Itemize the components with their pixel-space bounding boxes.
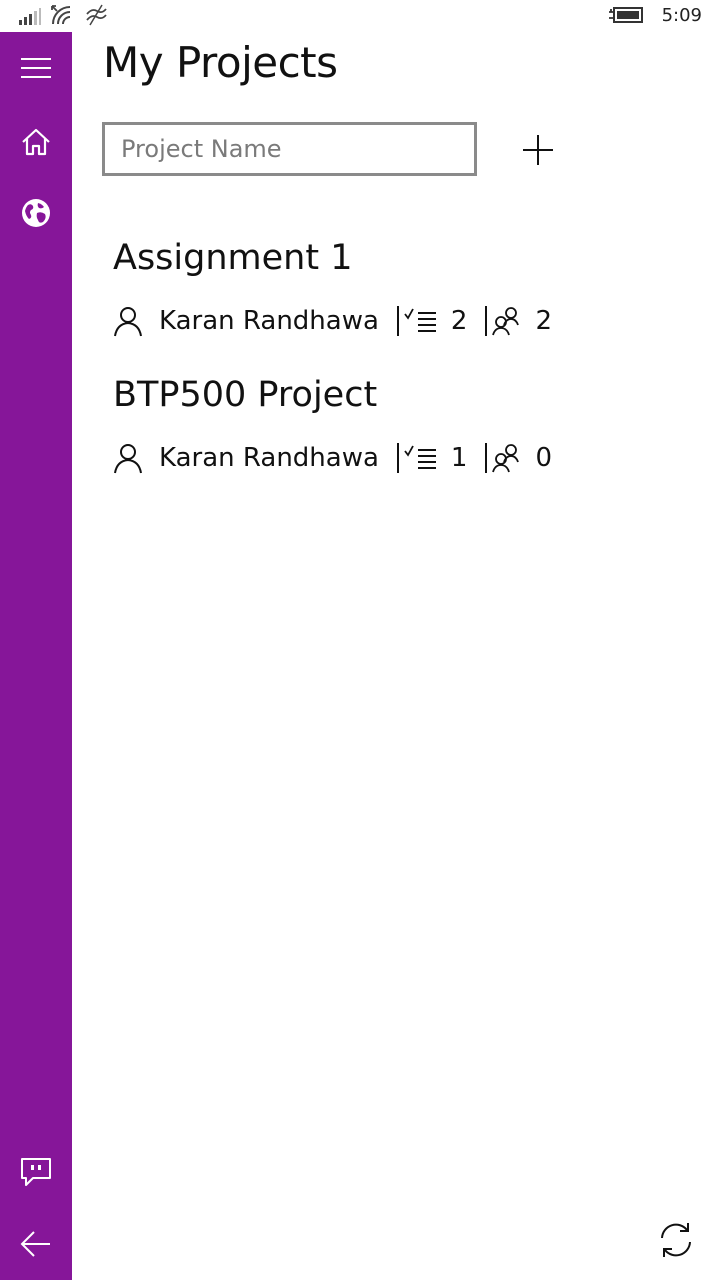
clock: 5:09 — [661, 5, 702, 26]
task-list-icon — [403, 307, 437, 335]
data-saver-icon — [86, 4, 107, 26]
project-title: Assignment 1 — [113, 238, 353, 278]
wifi-icon — [51, 5, 71, 25]
project-owner: Karan Randhawa — [159, 306, 379, 336]
feedback-button[interactable] — [0, 1142, 72, 1202]
task-count: 2 — [450, 306, 468, 336]
project-item[interactable]: Assignment 1 Karan Randhawa 2 2 — [113, 237, 673, 341]
globe-icon — [22, 199, 50, 227]
person-icon — [113, 305, 143, 337]
battery-charging-icon — [609, 7, 643, 23]
project-title: BTP500 Project — [113, 375, 378, 415]
project-item[interactable]: BTP500 Project Karan Randhawa 1 0 — [113, 374, 673, 478]
back-button[interactable] — [0, 1214, 72, 1274]
person-icon — [113, 442, 143, 474]
project-owner: Karan Randhawa — [159, 443, 379, 473]
back-arrow-icon — [20, 1231, 50, 1257]
home-button[interactable] — [0, 112, 72, 172]
hamburger-menu-button[interactable] — [0, 38, 72, 98]
project-meta: Karan Randhawa 1 0 — [113, 438, 673, 478]
hamburger-icon — [21, 58, 51, 78]
separator — [396, 443, 399, 473]
team-members-icon — [491, 443, 521, 473]
add-project-button[interactable] — [512, 124, 564, 176]
member-count: 2 — [535, 306, 553, 336]
team-members-icon — [491, 306, 521, 336]
page-title: My Projects — [103, 38, 338, 87]
status-bar: 5:09 — [0, 0, 720, 32]
member-count: 0 — [535, 443, 553, 473]
home-icon — [22, 128, 50, 156]
globe-button[interactable] — [0, 183, 72, 243]
project-meta: Karan Randhawa 2 2 — [113, 301, 673, 341]
project-name-input[interactable] — [102, 122, 477, 176]
separator — [485, 306, 488, 336]
refresh-icon — [661, 1223, 691, 1257]
separator — [485, 443, 488, 473]
refresh-button[interactable] — [650, 1212, 702, 1268]
plus-icon — [523, 135, 553, 165]
separator — [396, 306, 399, 336]
task-list-icon — [403, 444, 437, 472]
signal-icon — [19, 8, 41, 25]
feedback-icon — [21, 1158, 51, 1186]
sidebar — [0, 32, 72, 1280]
task-count: 1 — [450, 443, 468, 473]
